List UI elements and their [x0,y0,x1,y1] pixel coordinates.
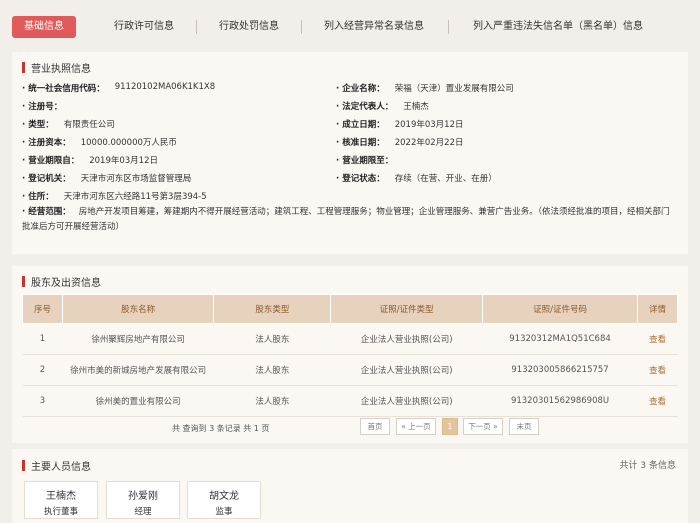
col-header: 股东类型 [213,294,332,324]
section-bar-icon [22,276,25,287]
cell-cert-type: 企业法人营业执照(公司) [330,354,483,386]
authority-field: · 登记机关： 天津市河东区市场监督管理局 [22,174,192,184]
shareholder-panel: 股东及出资信息 序号 股东名称 股东类型 证照/证件类型 证照/证件号码 详情 … [12,266,688,443]
type-field: · 类型： 有限责任公司 [22,120,115,130]
license-panel: 营业执照信息 · 统一社会信用代码： 91120102MA06K1K1X8 · 企… [12,52,688,254]
legal-rep-field: · 法定代表人： 王楠杰 [336,102,429,112]
prev-page-button[interactable]: « 上一页 [396,418,436,435]
cell-name: 徐州市美的新城房地产发展有限公司 [62,354,214,386]
person-name: 王楠杰 [46,491,76,502]
tab-admin-penalty[interactable]: 行政处罚信息 [207,16,291,38]
cell-cert-no: 913203005866215757 [482,354,638,386]
view-detail-link[interactable]: 查看 [637,354,678,386]
tab-divider [196,20,197,34]
scope-field: · 经营范围： 房地产开发项目筹建，筹建期内不得开展经营活动；建筑工程、工程管理服… [22,207,670,232]
credit-code-field: · 统一社会信用代码： 91120102MA06K1K1X8 [22,82,216,94]
cell-name: 徐州美的置业有限公司 [62,385,214,417]
cell-type: 法人股东 [213,385,331,417]
est-date-field: · 成立日期： 2019年03月12日 [336,120,464,130]
section-title-shareholders: 股东及出资信息 [22,274,101,289]
col-header: 股东名称 [61,294,215,324]
tab-divider [301,20,302,34]
first-page-button[interactable]: 首页 [360,418,390,435]
person-role: 执行董事 [43,507,78,517]
section-title-personnel: 主要人员信息 [22,458,91,473]
approve-date-field: · 核准日期： 2022年02月22日 [336,138,464,148]
person-card[interactable]: 王楠杰 执行董事 [24,481,98,519]
cell-index: 1 [22,323,63,355]
table-header-row: 序号 股东名称 股东类型 证照/证件类型 证照/证件号码 详情 [22,294,678,324]
section-title-license: 营业执照信息 [22,60,91,75]
view-detail-link[interactable]: 查看 [637,385,678,417]
person-name: 胡文龙 [209,491,239,502]
section-bar-icon [22,62,25,73]
term-from-field: · 营业期限自： 2019年03月12日 [22,156,158,166]
col-header: 详情 [637,294,678,324]
company-name-field: · 企业名称： 荣福（天津）置业发展有限公司 [336,84,514,94]
personnel-total: 共计 3 条信息 [619,461,676,471]
cell-type: 法人股东 [213,323,331,355]
pagination: 共 查询到 3 条记录 共 1 页 首页 « 上一页 1 下一页 » 末页 [22,418,678,438]
address-field: · 住所： 天津市河东区六经路11号第3层394-5 [22,192,207,202]
tab-bar: 基础信息 行政许可信息 行政处罚信息 列入经营异常名录信息 列入严重违法失信名单… [0,0,700,52]
section-bar-icon [22,460,25,471]
person-role: 经理 [134,507,152,517]
tab-blacklist[interactable]: 列入严重违法失信名单（黑名单）信息 [461,16,655,38]
person-role: 监事 [215,507,233,517]
capital-field: · 注册资本： 10000.000000万人民币 [22,138,177,148]
cell-cert-type: 企业法人营业执照(公司) [330,323,483,355]
status-field: · 登记状态： 存续（在营、开业、在册） [336,174,497,184]
col-header: 证照/证件号码 [482,294,639,324]
current-page-button[interactable]: 1 [442,418,458,435]
pagination-summary: 共 查询到 3 条记录 共 1 页 [172,424,270,433]
view-detail-link[interactable]: 查看 [637,323,678,355]
cell-cert-type: 企业法人营业执照(公司) [330,385,483,417]
shareholder-table: 序号 股东名称 股东类型 证照/证件类型 证照/证件号码 详情 1 徐州聚辉房地… [22,294,678,417]
cell-cert-no: 91320312MA1Q51C684 [482,323,638,355]
cell-index: 3 [22,385,63,417]
table-row: 3 徐州美的置业有限公司 法人股东 企业法人营业执照(公司) 913203015… [22,385,678,417]
person-card[interactable]: 孙爱刚 经理 [106,481,180,519]
cell-name: 徐州聚辉房地产有限公司 [62,323,214,355]
person-name: 孙爱刚 [128,491,158,502]
cell-index: 2 [22,354,63,386]
col-header: 证照/证件类型 [330,294,484,324]
table-row: 2 徐州市美的新城房地产发展有限公司 法人股东 企业法人营业执照(公司) 913… [22,354,678,386]
tab-abnormal-list[interactable]: 列入经营异常名录信息 [312,16,436,38]
last-page-button[interactable]: 末页 [509,418,539,435]
table-row: 1 徐州聚辉房地产有限公司 法人股东 企业法人营业执照(公司) 91320312… [22,323,678,355]
tab-basic-info[interactable]: 基础信息 [12,16,76,38]
col-header: 序号 [22,294,63,324]
reg-no-field: · 注册号： [22,102,63,112]
next-page-button[interactable]: 下一页 » [463,418,503,435]
tab-divider [448,20,449,34]
term-to-field: · 营业期限至： [336,156,394,166]
person-card[interactable]: 胡文龙 监事 [187,481,261,519]
cell-type: 法人股东 [213,354,331,386]
cell-cert-no: 91320301562986908U [482,385,638,417]
tab-admin-license[interactable]: 行政许可信息 [102,16,186,38]
